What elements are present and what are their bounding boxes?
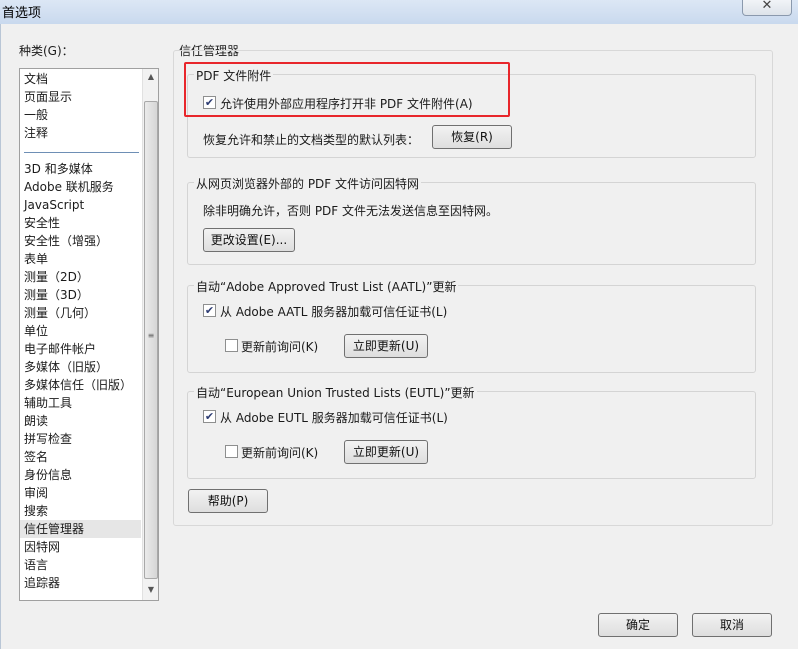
list-item[interactable]: 电子邮件帐户: [20, 340, 141, 358]
list-item[interactable]: 测量（几何）: [20, 304, 141, 322]
list-item[interactable]: 文档: [20, 70, 141, 88]
list-item[interactable]: 身份信息: [20, 466, 141, 484]
aatl-update-button[interactable]: 立即更新(U): [344, 334, 428, 358]
eutl-load-checkbox[interactable]: ✔: [203, 410, 216, 423]
list-item[interactable]: 拼写检查: [20, 430, 141, 448]
aatl-load-checkbox[interactable]: ✔: [203, 304, 216, 317]
list-item[interactable]: 语言: [20, 556, 141, 574]
list-item[interactable]: 辅助工具: [20, 394, 141, 412]
internet-access-group: [187, 182, 756, 265]
close-button[interactable]: ✕: [742, 0, 792, 16]
list-item[interactable]: 多媒体信任（旧版）: [20, 376, 141, 394]
list-item[interactable]: 审阅: [20, 484, 141, 502]
list-item[interactable]: 表单: [20, 250, 141, 268]
title-bar: 首选项 ✕: [0, 0, 798, 24]
eutl-update-button[interactable]: 立即更新(U): [344, 440, 428, 464]
eutl-group: [187, 391, 756, 479]
list-item[interactable]: 注释: [20, 124, 141, 142]
window-title: 首选项: [2, 6, 42, 21]
eutl-load-label: 从 Adobe EUTL 服务器加载可信任证书(L): [220, 411, 448, 425]
aatl-group: [187, 285, 756, 373]
list-item[interactable]: 安全性（增强）: [20, 232, 141, 250]
list-item[interactable]: JavaScript: [20, 196, 141, 214]
list-item[interactable]: 签名: [20, 448, 141, 466]
list-item[interactable]: 测量（3D）: [20, 286, 141, 304]
list-item[interactable]: 3D 和多媒体: [20, 160, 141, 178]
cancel-button[interactable]: 取消: [692, 613, 772, 637]
scroll-thumb[interactable]: ≡: [144, 101, 158, 579]
list-item[interactable]: 因特网: [20, 538, 141, 556]
down-arrow-icon: ▼: [147, 585, 155, 594]
help-button[interactable]: 帮助(P): [188, 489, 268, 513]
list-item[interactable]: 安全性: [20, 214, 141, 232]
list-item[interactable]: 页面显示: [20, 88, 141, 106]
categories-label: 种类(G)：: [19, 44, 74, 58]
scroll-down-button[interactable]: ▼: [143, 582, 158, 598]
preferences-dialog: 种类(G)： 文档 页面显示 一般 注释 3D 和多媒体 Adobe 联机服务 JavaSc…: [0, 24, 798, 649]
list-item[interactable]: 朗读: [20, 412, 141, 430]
grip-icon: ≡: [147, 331, 155, 340]
restore-description: 恢复允许和禁止的文档类型的默认列表：: [203, 133, 420, 147]
aatl-title: 自动“Adobe Approved Trust List (AATL)”更新: [194, 278, 459, 295]
eutl-ask-label: 更新前询问(K): [241, 446, 319, 460]
close-icon: ✕: [761, 0, 773, 13]
categories-list[interactable]: 文档 页面显示 一般 注释 3D 和多媒体 Adobe 联机服务 JavaScript 安全性…: [19, 68, 159, 601]
list-item[interactable]: Adobe 联机服务: [20, 178, 141, 196]
list-item[interactable]: 一般: [20, 106, 141, 124]
up-arrow-icon: ▲: [147, 72, 155, 81]
internet-access-description: 除非明确允许，否则 PDF 文件无法发送信息至因特网。: [203, 204, 499, 218]
aatl-ask-label: 更新前询问(K): [241, 340, 319, 354]
checkmark-icon: ✔: [204, 410, 215, 423]
aatl-load-label: 从 Adobe AATL 服务器加载可信任证书(L): [220, 305, 448, 319]
list-scrollbar[interactable]: ▲ ≡ ▼: [142, 69, 158, 600]
list-item[interactable]: 多媒体（旧版）: [20, 358, 141, 376]
internet-access-title: 从网页浏览器外部的 PDF 文件访问因特网: [194, 175, 422, 192]
list-item[interactable]: 搜索: [20, 502, 141, 520]
checkmark-icon: ✔: [204, 304, 215, 317]
eutl-ask-checkbox[interactable]: [225, 445, 238, 458]
list-item[interactable]: 测量（2D）: [20, 268, 141, 286]
scroll-up-button[interactable]: ▲: [143, 69, 158, 85]
list-separator: [24, 152, 139, 153]
ok-button[interactable]: 确定: [598, 613, 678, 637]
restore-button[interactable]: 恢复(R): [432, 125, 512, 149]
highlight-box: [184, 62, 510, 117]
list-item[interactable]: 单位: [20, 322, 141, 340]
change-settings-button[interactable]: 更改设置(E)...: [203, 228, 295, 252]
eutl-title: 自动“European Union Trusted Lists (EUTL)”更…: [194, 384, 477, 401]
list-item[interactable]: 信任管理器: [20, 520, 141, 538]
aatl-ask-checkbox[interactable]: [225, 339, 238, 352]
list-item[interactable]: 追踪器: [20, 574, 141, 592]
